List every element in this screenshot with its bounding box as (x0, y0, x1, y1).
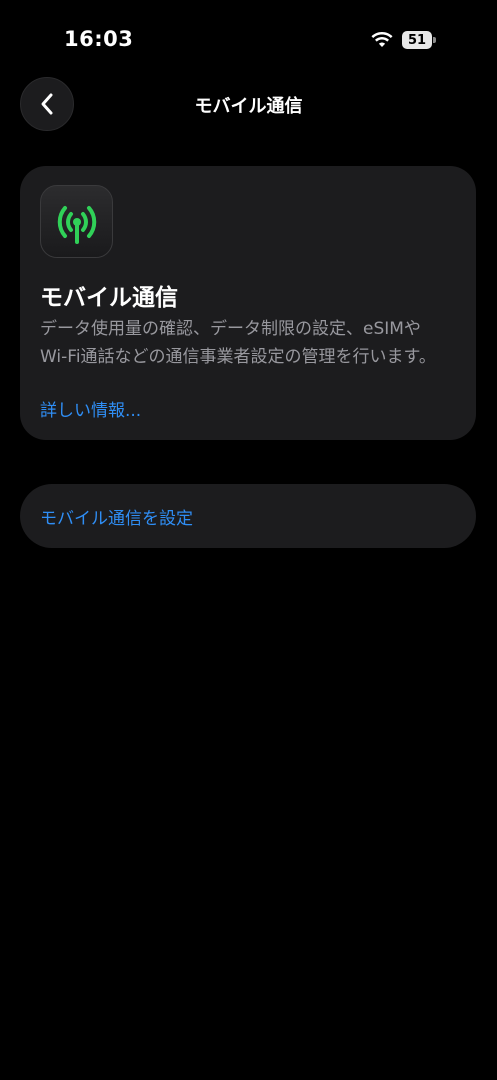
setup-mobile-label: モバイル通信を設定 (40, 509, 193, 529)
card-description: データ使用量の確認、データ制限の設定、eSIMやWi-Fi通話などの通信事業者設… (40, 319, 436, 367)
learn-more-link[interactable]: 詳しい情報... (40, 396, 141, 421)
screen: 16:03 51 モバイル通信 モバイル通信 データ使用量の確認、データ制限の設… (0, 0, 497, 1080)
setup-mobile-button[interactable]: モバイル通信を設定 (20, 484, 476, 548)
antenna-icon (40, 185, 113, 258)
battery-icon: 51 (402, 31, 432, 49)
status-bar: 16:03 51 (0, 0, 497, 70)
battery-tip (433, 37, 436, 43)
page-title: モバイル通信 (194, 96, 303, 117)
status-time: 16:03 (64, 27, 134, 51)
card-title: モバイル通信 (40, 285, 178, 311)
battery-level: 51 (407, 32, 427, 48)
info-card: モバイル通信 データ使用量の確認、データ制限の設定、eSIMやWi-Fi通話など… (20, 166, 476, 440)
wifi-icon (371, 32, 393, 47)
